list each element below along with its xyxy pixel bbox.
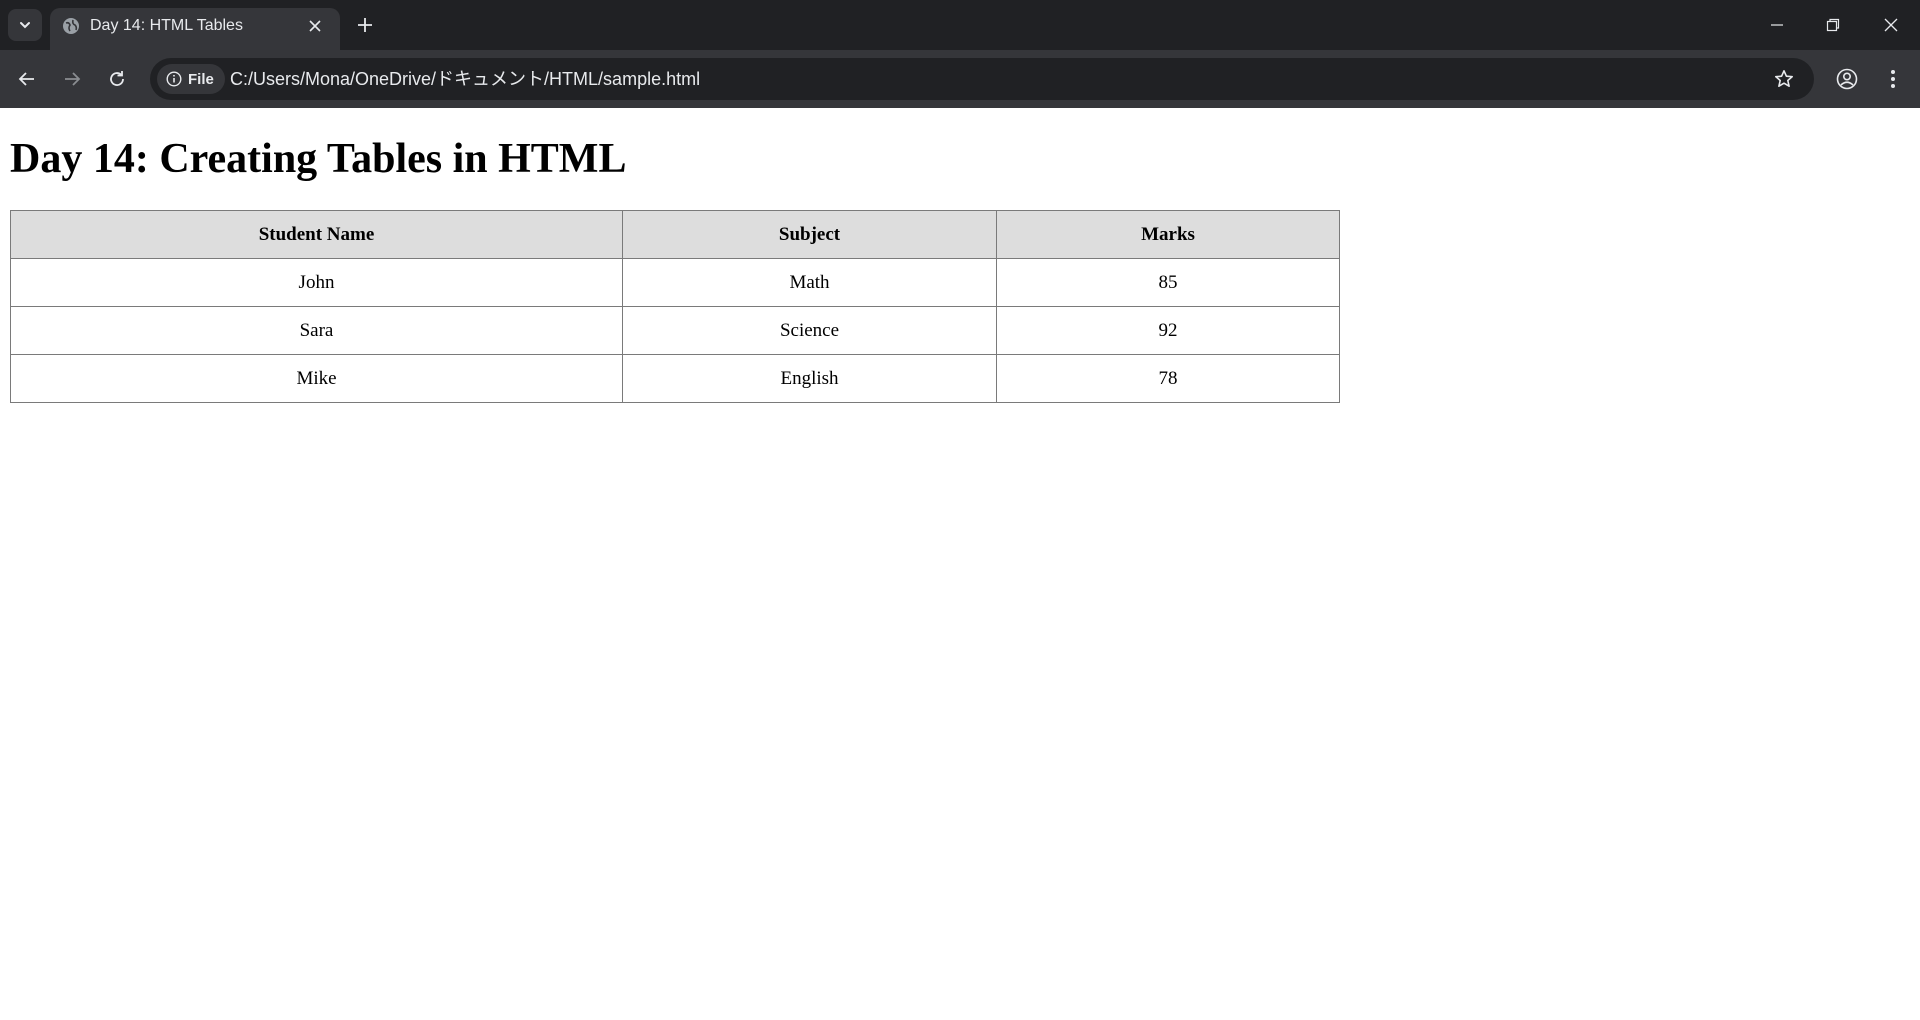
- cell-student-name: Sara: [10, 306, 623, 355]
- cell-subject: English: [622, 354, 997, 403]
- reload-icon: [110, 71, 124, 86]
- window-close-button[interactable]: [1876, 10, 1906, 40]
- cell-student-name: John: [10, 258, 623, 307]
- back-button[interactable]: [12, 64, 42, 94]
- table-row: Sara Science 92: [10, 306, 1340, 355]
- tab-title: Day 14: HTML Tables: [90, 17, 243, 34]
- minimize-button[interactable]: [1762, 10, 1792, 40]
- cell-subject: Science: [622, 306, 997, 355]
- kebab-menu-icon: [1891, 70, 1895, 88]
- window-close-icon: [1884, 18, 1898, 32]
- plus-icon: [358, 18, 372, 32]
- page-content: Day 14: Creating Tables in HTML Student …: [0, 108, 1920, 1020]
- forward-arrow-icon: [65, 72, 81, 86]
- browser-toolbar: File C:/Users/Mona/OneDrive/ドキュメント/HTML/…: [0, 50, 1920, 108]
- cell-subject: Math: [622, 258, 997, 307]
- bookmark-button[interactable]: [1769, 64, 1799, 94]
- table-row: Mike English 78: [10, 354, 1340, 403]
- star-icon: [1775, 70, 1793, 87]
- header-marks: Marks: [996, 210, 1340, 259]
- page-title: Day 14: Creating Tables in HTML: [10, 136, 627, 182]
- tab-search-icon: [20, 22, 30, 29]
- browser-menu-button[interactable]: [1878, 64, 1908, 94]
- tab-strip: Day 14: HTML Tables: [0, 0, 1920, 50]
- reload-button[interactable]: [102, 64, 132, 94]
- browser-tab-active[interactable]: Day 14: HTML Tables: [50, 8, 340, 50]
- profile-button[interactable]: [1832, 64, 1862, 94]
- restore-icon: [1826, 18, 1840, 32]
- site-chip-label: File: [188, 70, 214, 88]
- info-icon: [166, 71, 182, 87]
- table-row: John Math 85: [10, 258, 1340, 307]
- cell-marks: 78: [996, 354, 1340, 403]
- table-header-row: Student Name Subject Marks: [10, 210, 1340, 259]
- url-text[interactable]: C:/Users/Mona/OneDrive/ドキュメント/HTML/sampl…: [230, 68, 700, 90]
- new-tab-button[interactable]: [352, 12, 378, 38]
- tab-close-button[interactable]: [304, 15, 326, 37]
- globe-icon: [62, 17, 80, 35]
- minimize-icon: [1771, 24, 1783, 26]
- tab-search-button[interactable]: [8, 9, 42, 41]
- restore-button[interactable]: [1818, 10, 1848, 40]
- profile-icon: [1836, 68, 1858, 90]
- close-icon: [309, 20, 321, 32]
- back-arrow-icon: [18, 72, 34, 86]
- header-subject: Subject: [622, 210, 997, 259]
- header-student-name: Student Name: [10, 210, 623, 259]
- site-info-chip[interactable]: File: [157, 64, 225, 94]
- address-bar[interactable]: File C:/Users/Mona/OneDrive/ドキュメント/HTML/…: [150, 58, 1814, 100]
- cell-marks: 92: [996, 306, 1340, 355]
- cell-marks: 85: [996, 258, 1340, 307]
- cell-student-name: Mike: [10, 354, 623, 403]
- students-table: Student Name Subject Marks John Math 85 …: [10, 210, 1340, 403]
- forward-button[interactable]: [57, 64, 87, 94]
